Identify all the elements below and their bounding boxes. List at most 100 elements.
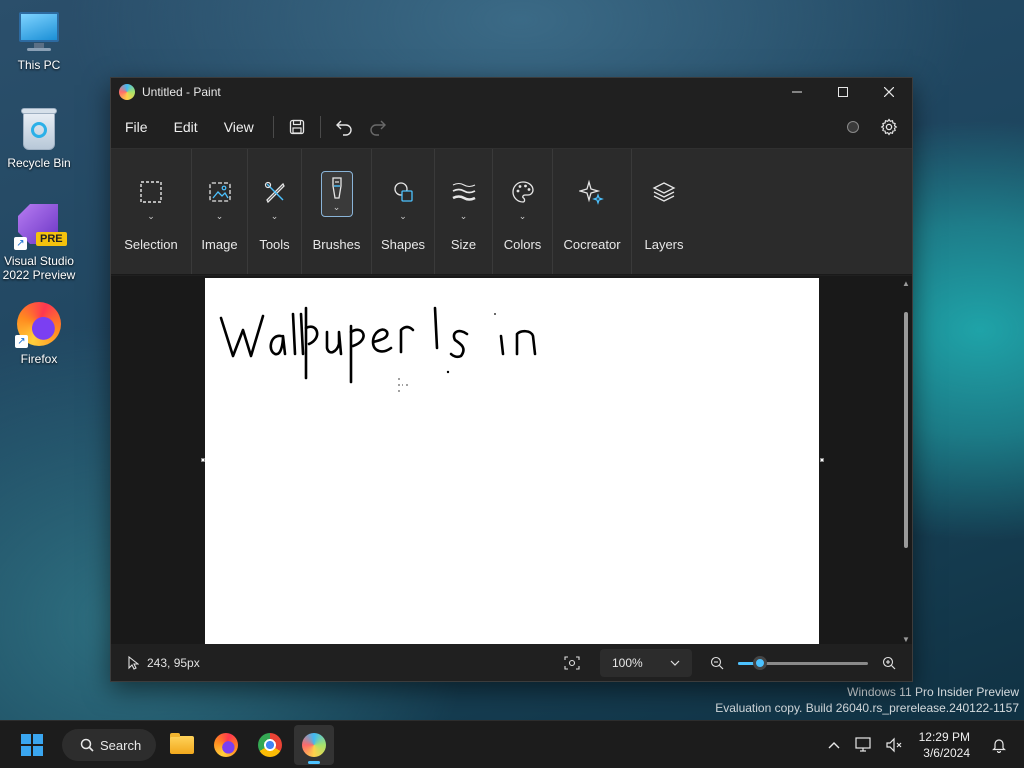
canvas-workspace[interactable]: ▲ ▼ xyxy=(111,276,912,646)
crosshair-cursor xyxy=(398,378,408,392)
sparkle-icon xyxy=(579,179,604,205)
scrollbar-thumb[interactable] xyxy=(904,312,908,548)
image-icon xyxy=(208,182,231,202)
menu-view[interactable]: View xyxy=(211,112,267,142)
shortcut-arrow-icon: ↗ xyxy=(14,237,27,250)
account-icon xyxy=(847,121,859,133)
ribbon-group-layers[interactable]: Layers xyxy=(632,149,696,274)
desktop-icon-this-pc[interactable]: This PC xyxy=(1,10,77,72)
canvas-resize-handle-left[interactable] xyxy=(201,458,205,462)
ribbon-group-selection[interactable]: ⌄ Selection xyxy=(111,149,192,274)
desktop-icon-firefox[interactable]: ↗ Firefox xyxy=(1,302,77,366)
zoom-in-button[interactable] xyxy=(878,656,900,670)
desktop-icon-label: Visual Studio 2022 Preview xyxy=(2,254,76,282)
handwriting-strokes xyxy=(219,306,537,392)
show-hidden-icons-button[interactable] xyxy=(819,741,849,749)
desktop-icon-label: This PC xyxy=(17,58,61,72)
visual-studio-icon: PRE ↗ xyxy=(14,204,67,250)
ribbon-label: Layers xyxy=(644,237,684,252)
zoom-out-button[interactable] xyxy=(706,656,728,670)
maximize-icon xyxy=(838,87,848,97)
taskbar-search-button[interactable]: Search xyxy=(62,729,156,761)
firefox-icon: ↗ xyxy=(15,302,63,348)
firefox-icon xyxy=(214,733,238,757)
clock-date: 3/6/2024 xyxy=(923,746,970,760)
start-button[interactable] xyxy=(14,725,50,765)
windows-watermark: Windows 11 Pro Insider Preview Evaluatio… xyxy=(715,684,1019,716)
ribbon-group-size[interactable]: ⌄ Size xyxy=(435,149,493,274)
ribbon-group-image[interactable]: ⌄ Image xyxy=(192,149,248,274)
scroll-down-icon[interactable]: ▼ xyxy=(902,635,910,644)
menu-file[interactable]: File xyxy=(112,112,161,142)
zoom-slider-thumb[interactable] xyxy=(753,656,768,670)
fit-to-window-button[interactable] xyxy=(560,656,584,670)
ribbon-group-colors[interactable]: ⌄ Colors xyxy=(493,149,553,274)
taskbar-paint[interactable] xyxy=(294,725,334,765)
close-button[interactable] xyxy=(866,78,912,106)
taskbar-file-explorer[interactable] xyxy=(162,725,202,765)
chevron-down-icon: ⌄ xyxy=(399,211,407,221)
undo-button[interactable] xyxy=(327,112,361,142)
paint-app-icon xyxy=(119,84,135,100)
minimize-icon xyxy=(792,91,802,93)
taskbar-chrome[interactable] xyxy=(250,725,290,765)
close-icon xyxy=(884,87,894,97)
chevron-down-icon: ⌄ xyxy=(459,211,468,221)
minimize-button[interactable] xyxy=(774,78,820,106)
ribbon-group-tools[interactable]: ⌄ Tools xyxy=(248,149,302,274)
search-icon xyxy=(80,738,94,752)
chevron-down-icon: ⌄ xyxy=(147,211,155,221)
ribbon-label: Selection xyxy=(124,237,178,252)
ribbon-group-cocreator[interactable]: Cocreator xyxy=(553,149,632,274)
system-tray: 12:29 PM 3/6/2024 xyxy=(819,721,1024,768)
drawing-canvas[interactable] xyxy=(205,278,819,644)
desktop-icon-label: Firefox xyxy=(20,352,58,366)
brush-icon xyxy=(331,176,342,199)
chrome-icon xyxy=(258,733,282,757)
search-label: Search xyxy=(100,737,142,753)
ribbon-group-shapes[interactable]: ⌄ Shapes xyxy=(372,149,435,274)
cursor-position-readout: 243, 95px xyxy=(127,655,200,670)
cursor-position: 243, 95px xyxy=(147,655,200,670)
layers-icon xyxy=(652,182,676,202)
menubar-right xyxy=(842,112,904,142)
settings-button[interactable] xyxy=(874,112,904,142)
volume-button[interactable] xyxy=(879,737,909,753)
menu-divider xyxy=(272,116,274,138)
vertical-scrollbar[interactable]: ▲ ▼ xyxy=(900,276,912,646)
canvas-resize-handle-right[interactable] xyxy=(820,458,824,462)
ribbon-label: Image xyxy=(201,237,238,252)
size-icon xyxy=(451,182,476,201)
chevron-down-icon xyxy=(670,660,680,666)
ribbon-label: Tools xyxy=(259,237,290,252)
desktop-icon-recycle-bin[interactable]: Recycle Bin xyxy=(1,106,77,170)
shapes-icon xyxy=(394,182,413,202)
tools-icon xyxy=(264,181,285,204)
menu-divider xyxy=(319,116,321,138)
taskbar-clock[interactable]: 12:29 PM 3/6/2024 xyxy=(919,729,970,761)
redo-button[interactable] xyxy=(361,112,395,142)
notifications-button[interactable] xyxy=(984,737,1014,753)
chevron-down-icon: ⌄ xyxy=(518,211,527,221)
fit-screen-icon xyxy=(564,656,580,670)
account-button[interactable] xyxy=(842,116,864,138)
scroll-up-icon[interactable]: ▲ xyxy=(902,279,910,288)
taskbar-firefox[interactable] xyxy=(206,725,246,765)
save-button[interactable] xyxy=(280,112,314,142)
status-bar: 243, 95px 100% xyxy=(111,644,912,681)
brush-tool-selected[interactable]: ⌄ xyxy=(320,171,353,217)
menu-edit[interactable]: Edit xyxy=(161,112,211,142)
chevron-up-icon xyxy=(828,742,840,749)
zoom-level-dropdown[interactable]: 100% xyxy=(600,649,692,677)
computer-icon xyxy=(17,10,61,54)
selection-icon xyxy=(140,181,162,203)
windows-logo-icon xyxy=(21,734,43,756)
zoom-slider[interactable] xyxy=(738,653,868,673)
desktop-icon-visual-studio[interactable]: PRE ↗ Visual Studio 2022 Preview xyxy=(1,204,77,282)
ribbon-toolbar: ⌄ Selection ⌄ Image ⌄ Tools ⌄ Brushes ⌄ xyxy=(111,148,912,275)
settings-icon xyxy=(880,118,898,136)
ribbon-group-brushes[interactable]: ⌄ Brushes xyxy=(302,149,372,274)
maximize-button[interactable] xyxy=(820,78,866,106)
network-button[interactable] xyxy=(849,737,879,753)
title-bar[interactable]: Untitled - Paint xyxy=(111,78,912,106)
